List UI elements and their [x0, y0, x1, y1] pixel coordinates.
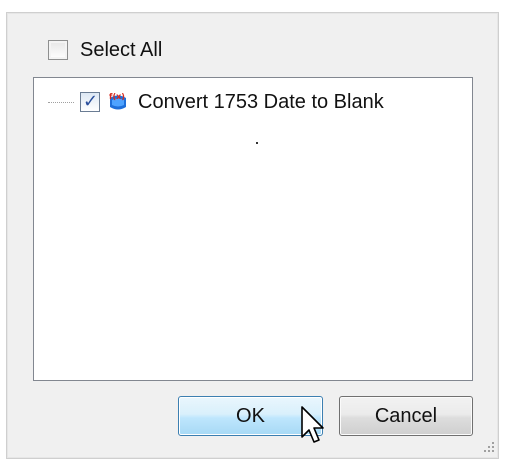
- select-all-checkbox[interactable]: [48, 40, 68, 60]
- tree-item-checkbox[interactable]: ✓: [80, 91, 100, 112]
- function-fx-icon: f(x): [106, 91, 130, 113]
- function-tree-list[interactable]: ✓ f(x) Convert 1753 Date to Blank: [33, 77, 473, 381]
- ok-button-label: OK: [236, 404, 265, 427]
- mouse-pointer-icon: [300, 405, 326, 445]
- cancel-button[interactable]: Cancel: [339, 396, 473, 436]
- tree-item-label: Convert 1753 Date to Blank: [138, 90, 384, 113]
- stray-dot: [256, 142, 258, 144]
- cancel-button-label: Cancel: [374, 404, 438, 427]
- resize-grip-icon[interactable]: [481, 439, 495, 453]
- check-mark-icon: ✓: [83, 91, 99, 111]
- dialog-window: Select All ✓ f(x) Convert 1753 Date to B…: [0, 0, 505, 461]
- svg-text:f(x): f(x): [109, 92, 125, 101]
- select-all-option[interactable]: Select All: [48, 38, 162, 62]
- select-all-label: Select All: [80, 38, 163, 61]
- tree-item-convert-1753-date[interactable]: ✓ f(x) Convert 1753 Date to Blank: [48, 90, 384, 114]
- tree-connector-line: [48, 101, 74, 103]
